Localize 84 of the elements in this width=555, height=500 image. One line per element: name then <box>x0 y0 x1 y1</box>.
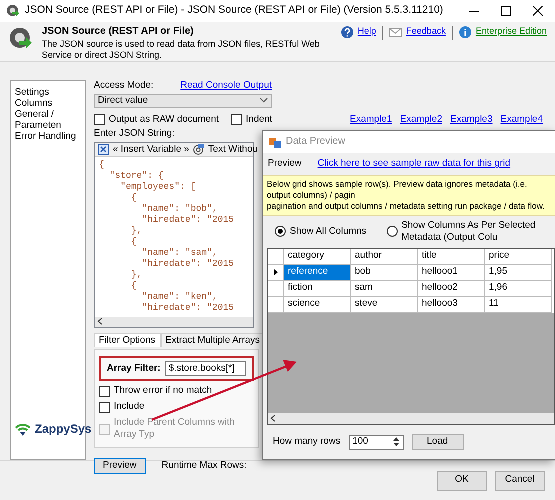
code-line: { <box>130 193 138 204</box>
radio-label: Show Columns As Per Selected Metadata (Output Colu <box>402 220 537 244</box>
access-mode-dropdown[interactable]: Direct value <box>94 94 272 108</box>
toolbar-button[interactable]: Text Withou <box>208 144 258 156</box>
dialog-button[interactable]: Cancel <box>495 470 545 490</box>
field-label: Array Filter: <box>107 362 161 375</box>
brand-logo: ZappySys <box>35 422 92 437</box>
scroll-left-icon[interactable] <box>270 415 276 422</box>
code-line: { <box>99 160 106 172</box>
maximize-icon[interactable] <box>501 6 511 16</box>
sidebar-item[interactable]: Error Handling <box>15 131 81 142</box>
field-label: Enter JSON String: <box>94 128 176 140</box>
code-line: "name": "bob", <box>141 204 219 216</box>
toolbar-button[interactable]: « Insert Variable » <box>113 144 190 156</box>
code-line: "employees": [ <box>120 182 198 194</box>
spinner-arrows-icon[interactable] <box>392 436 400 448</box>
wifi-logo-icon <box>15 422 31 436</box>
table-cell[interactable]: reference <box>284 264 351 281</box>
info-icon[interactable] <box>458 26 472 39</box>
row-indicator-icon <box>274 268 278 276</box>
code-line: { <box>130 237 138 248</box>
code-line: }, <box>130 226 144 238</box>
header-link[interactable]: Enterprise Edition <box>476 26 547 38</box>
example-link[interactable]: Example3 <box>450 114 493 126</box>
sidebar-item[interactable]: Settings <box>15 87 81 98</box>
radio-label: Show All Columns <box>290 226 367 238</box>
note-text: pagination and output columns / metadata setting run package / data flow. <box>267 201 546 212</box>
tab[interactable]: Filter Options <box>94 332 160 348</box>
checkbox[interactable] <box>231 114 242 126</box>
sidebar-item[interactable]: General / Parameten <box>15 109 81 131</box>
header-title: JSON Source (REST API or File) <box>42 26 195 38</box>
radio-button[interactable] <box>275 226 286 238</box>
checkbox-label: Indent <box>246 114 272 126</box>
header-description: The JSON source is used to read data from JSON files, RESTful Web Service or direct JSON String. <box>42 38 321 60</box>
checkbox-label: Include Parent Columns with Array Typ <box>114 417 236 441</box>
code-line: "store": { <box>108 171 165 182</box>
header-link[interactable]: Help <box>358 26 376 38</box>
code-line: "hiredate": "2015 <box>141 303 236 314</box>
table-cell[interactable]: steve <box>351 296 418 313</box>
code-line: "hiredate": "2015 <box>141 215 236 226</box>
code-line: { <box>130 281 138 292</box>
caret-icon <box>260 98 268 104</box>
help-icon[interactable] <box>340 26 354 39</box>
header-link[interactable]: Feedback <box>406 26 446 38</box>
rows-count-field[interactable]: 100 <box>348 434 404 450</box>
code-line: "hiredate": "2015 <box>141 259 236 270</box>
code-line: "name": "sam", <box>141 248 219 260</box>
horizontal-scrollbar[interactable] <box>95 317 253 326</box>
checkbox[interactable] <box>94 114 105 126</box>
grid-icon <box>269 136 281 148</box>
example-link[interactable]: Example2 <box>400 114 442 126</box>
envelope-icon[interactable] <box>389 26 402 39</box>
field-label: Runtime Max Rows: <box>162 460 247 472</box>
preview-button[interactable]: Preview <box>94 458 146 474</box>
window-title: JSON Source (REST API or File) - JSON Source (REST API or File) (Version 5.5.3.11210) <box>25 4 444 18</box>
tab[interactable]: Extract Multiple Arrays <box>160 332 265 348</box>
table-cell[interactable]: hellooo3 <box>418 296 485 313</box>
code-line: "name": "ken", <box>141 292 219 304</box>
checkbox-label: Throw error if no match <box>114 385 212 398</box>
radio-button[interactable] <box>386 226 398 238</box>
app-icon <box>6 4 20 18</box>
example-link[interactable]: Example1 <box>350 114 392 126</box>
field-label: Preview <box>268 158 302 170</box>
horizontal-scrollbar[interactable] <box>268 413 554 424</box>
variable-icon[interactable] <box>98 144 109 155</box>
code-line: }, <box>130 270 144 282</box>
checkbox-label: Include <box>114 401 145 414</box>
array-filter-field[interactable]: $.store.books[*] <box>164 361 246 376</box>
field-label: Access Mode: <box>94 80 154 92</box>
load-button[interactable]: Load <box>412 434 464 450</box>
scroll-left-icon[interactable] <box>97 318 103 326</box>
field-label: How many rows <box>273 436 341 448</box>
table-cell[interactable]: science <box>284 296 351 313</box>
example-link[interactable]: Example4 <box>500 114 543 126</box>
sidebar-item[interactable]: Columns <box>15 98 81 109</box>
checkbox-label: Output as RAW document <box>109 114 220 126</box>
window-title: Data Preview <box>286 136 346 148</box>
table-cell[interactable]: 11 <box>485 296 552 313</box>
raw-data-link[interactable]: Click here to see sample raw data for this grid <box>318 158 511 170</box>
console-link[interactable]: Read Console Output <box>180 80 272 92</box>
checkbox[interactable] <box>99 386 110 397</box>
dialog-button[interactable]: OK <box>437 470 487 490</box>
checkbox[interactable] <box>99 402 110 413</box>
close-icon[interactable] <box>533 6 543 16</box>
